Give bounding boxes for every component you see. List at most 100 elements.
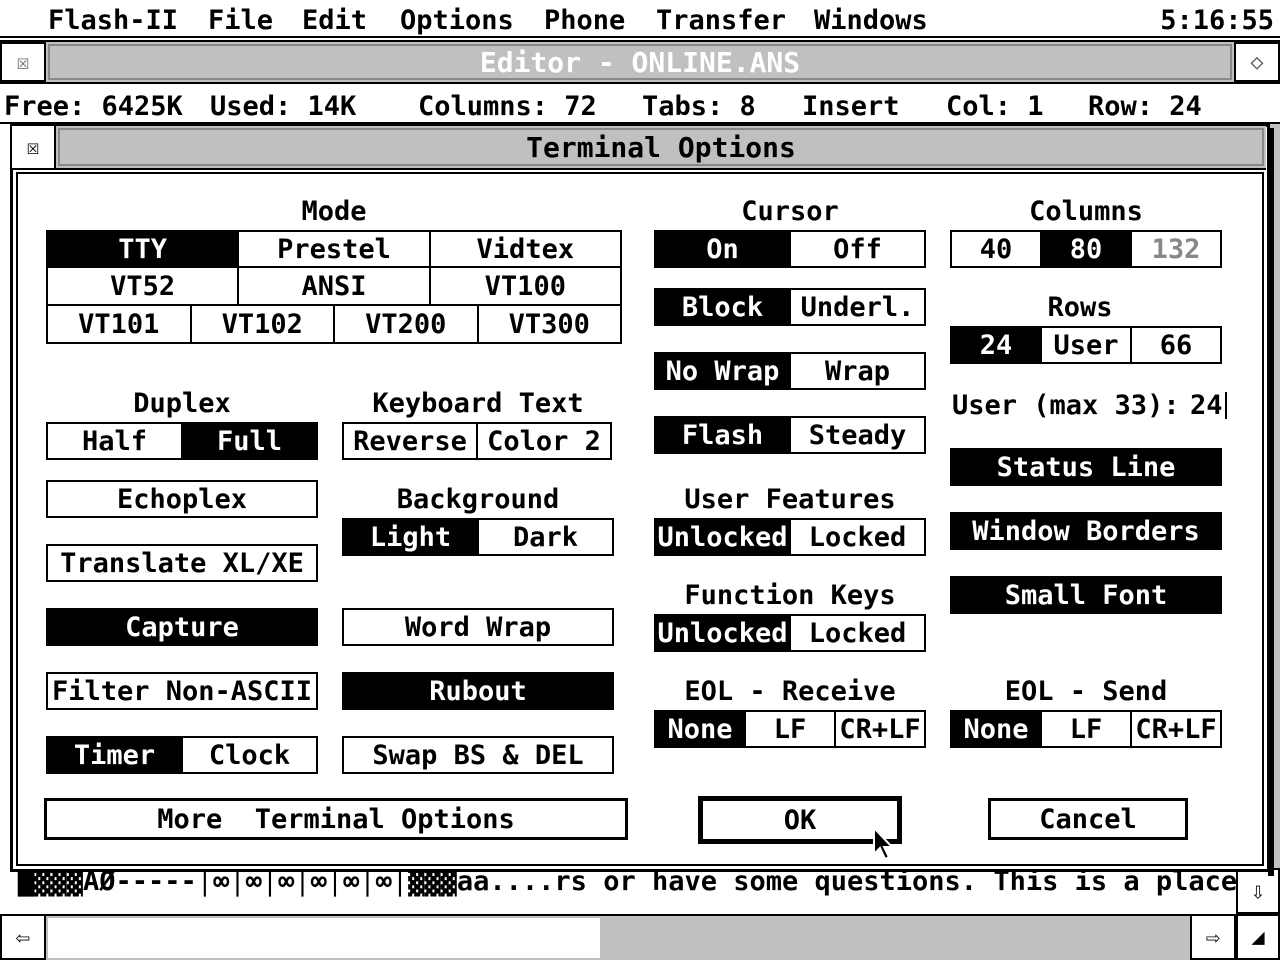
- duplex-label: Duplex: [133, 388, 231, 419]
- cancel-button[interactable]: Cancel: [988, 798, 1188, 840]
- mode-vidtex[interactable]: Vidtex: [428, 232, 620, 266]
- cursor-block[interactable]: Block: [656, 290, 789, 324]
- close-icon[interactable]: ☒: [12, 126, 56, 168]
- small-font-button[interactable]: Small Font: [950, 576, 1222, 614]
- eol-send-lf[interactable]: LF: [1040, 712, 1130, 746]
- dialog-title-bar[interactable]: ☒ Terminal Options: [12, 126, 1266, 170]
- eol-send-group: None LF CR+LF: [950, 710, 1222, 748]
- menu-flash-ii[interactable]: Flash-II: [48, 5, 178, 36]
- menu-file[interactable]: File: [208, 5, 273, 36]
- cursor-blink-group: Flash Steady: [654, 416, 926, 454]
- mode-prestel[interactable]: Prestel: [237, 232, 428, 266]
- menu-bar: Flash-II File Edit Options Phone Transfe…: [0, 0, 1280, 38]
- user-features-unlocked[interactable]: Unlocked: [656, 520, 789, 554]
- editor-text-line: █▓▓▓AØ-----│∞│∞│∞│∞│∞│∞│▓▓▓aa....rs or h…: [18, 866, 1238, 897]
- rubout-button[interactable]: Rubout: [342, 672, 614, 710]
- cursor-underline[interactable]: Underl.: [789, 290, 924, 324]
- editor-title-bar[interactable]: ☒ Editor - ONLINE.ANS ◇: [0, 40, 1280, 84]
- editor-title: Editor - ONLINE.ANS: [48, 44, 1232, 80]
- duplex-half[interactable]: Half: [48, 424, 181, 458]
- no-wrap-option[interactable]: No Wrap: [656, 354, 789, 388]
- swap-bs-del-button[interactable]: Swap BS & DEL: [342, 736, 614, 774]
- columns-label: Columns: [1029, 196, 1143, 227]
- clock-option[interactable]: Clock: [181, 738, 316, 772]
- arrow-right-icon[interactable]: ⇨: [1190, 914, 1236, 960]
- cursor-on[interactable]: On: [656, 232, 789, 266]
- user-features-locked[interactable]: Locked: [789, 520, 924, 554]
- columns-40[interactable]: 40: [952, 232, 1040, 266]
- background-group: Light Dark: [342, 518, 614, 556]
- horizontal-scroll-thumb[interactable]: [48, 918, 600, 958]
- mode-tty[interactable]: TTY: [48, 232, 238, 266]
- cursor-flash[interactable]: Flash: [656, 418, 789, 452]
- menu-windows[interactable]: Windows: [814, 5, 928, 36]
- mode-row-1: TTY Prestel Vidtex: [46, 230, 622, 268]
- word-wrap-button[interactable]: Word Wrap: [342, 608, 614, 646]
- eol-receive-none[interactable]: None: [656, 712, 744, 746]
- close-icon[interactable]: ☒: [0, 42, 46, 82]
- echoplex-button[interactable]: Echoplex: [46, 480, 318, 518]
- user-rows-input[interactable]: 24: [1190, 392, 1227, 419]
- cursor-off[interactable]: Off: [789, 232, 924, 266]
- mode-label: Mode: [301, 196, 367, 227]
- mode-vt52[interactable]: VT52: [48, 268, 237, 304]
- rows-label: Rows: [1047, 292, 1113, 323]
- user-rows-label: User (max 33):: [952, 390, 1180, 421]
- keyboard-text-group: Reverse Color 2: [342, 422, 612, 460]
- col-status: Col: 1: [946, 91, 1044, 122]
- timer-option[interactable]: Timer: [48, 738, 181, 772]
- rows-24[interactable]: 24: [952, 328, 1040, 362]
- eol-receive-lf[interactable]: LF: [744, 712, 834, 746]
- mode-vt200[interactable]: VT200: [333, 306, 477, 342]
- keyboard-color-2[interactable]: Color 2: [476, 424, 610, 458]
- columns-status: Columns: 72: [418, 91, 597, 122]
- more-terminal-options-button[interactable]: More Terminal Options: [44, 798, 628, 840]
- function-keys-label: Function Keys: [684, 580, 896, 611]
- keyboard-text-label: Keyboard Text: [372, 388, 584, 419]
- mode-vt100[interactable]: VT100: [428, 268, 620, 304]
- keyboard-reverse[interactable]: Reverse: [344, 424, 476, 458]
- background-light[interactable]: Light: [344, 520, 477, 554]
- eol-send-crlf[interactable]: CR+LF: [1130, 712, 1220, 746]
- rows-group: 24 User 66: [950, 326, 1222, 364]
- cursor-shape-group: Block Underl.: [654, 288, 926, 326]
- function-keys-locked[interactable]: Locked: [789, 616, 924, 650]
- rows-user[interactable]: User: [1040, 328, 1130, 362]
- wrap-option[interactable]: Wrap: [789, 354, 924, 388]
- menu-phone[interactable]: Phone: [544, 5, 625, 36]
- translate-button[interactable]: Translate XL/XE: [46, 544, 318, 582]
- duplex-full[interactable]: Full: [181, 424, 316, 458]
- fuller-icon[interactable]: ◇: [1234, 42, 1280, 82]
- sizer-icon[interactable]: ◢: [1236, 914, 1280, 960]
- filter-non-ascii-button[interactable]: Filter Non-ASCII: [46, 672, 318, 710]
- mode-row-3: VT101 VT102 VT200 VT300: [46, 306, 622, 344]
- arrow-left-icon[interactable]: ⇦: [0, 914, 46, 960]
- menu-options[interactable]: Options: [400, 5, 514, 36]
- columns-132: 132: [1130, 232, 1220, 266]
- rows-66[interactable]: 66: [1130, 328, 1220, 362]
- menu-edit[interactable]: Edit: [302, 5, 367, 36]
- columns-group: 40 80 132: [950, 230, 1222, 268]
- eol-send-none[interactable]: None: [952, 712, 1040, 746]
- user-features-group: Unlocked Locked: [654, 518, 926, 556]
- mode-ansi[interactable]: ANSI: [237, 268, 428, 304]
- mode-vt102[interactable]: VT102: [189, 306, 334, 342]
- used-memory: Used: 14K: [210, 91, 357, 122]
- free-memory: Free: 6425K: [4, 91, 183, 122]
- capture-button[interactable]: Capture: [46, 608, 318, 646]
- eol-receive-crlf[interactable]: CR+LF: [834, 712, 924, 746]
- background-dark[interactable]: Dark: [477, 520, 612, 554]
- cursor-steady[interactable]: Steady: [789, 418, 924, 452]
- menu-transfer[interactable]: Transfer: [656, 5, 786, 36]
- mode-vt101[interactable]: VT101: [48, 306, 190, 342]
- eol-send-label: EOL - Send: [1004, 676, 1168, 707]
- timer-group: Timer Clock: [46, 736, 318, 774]
- cursor-wrap-group: No Wrap Wrap: [654, 352, 926, 390]
- function-keys-unlocked[interactable]: Unlocked: [656, 616, 789, 650]
- mode-vt300[interactable]: VT300: [476, 306, 621, 342]
- window-borders-button[interactable]: Window Borders: [950, 512, 1222, 550]
- eol-receive-label: EOL - Receive: [684, 676, 896, 707]
- eol-receive-group: None LF CR+LF: [654, 710, 926, 748]
- columns-80[interactable]: 80: [1040, 232, 1130, 266]
- status-line-button[interactable]: Status Line: [950, 448, 1222, 486]
